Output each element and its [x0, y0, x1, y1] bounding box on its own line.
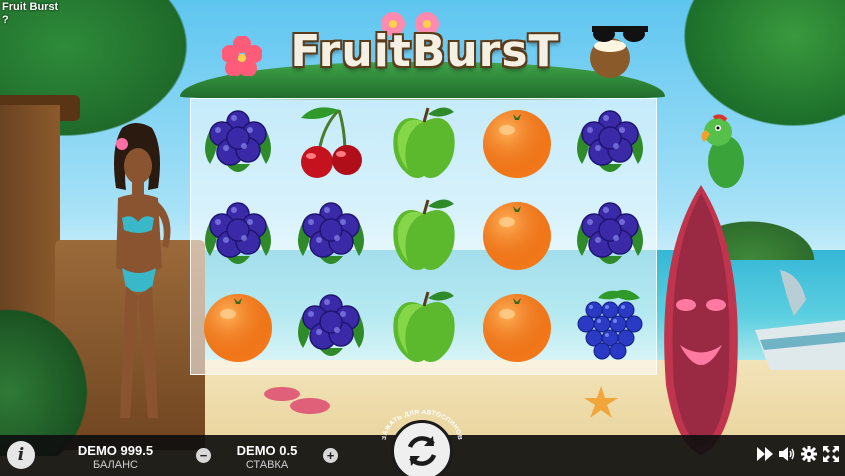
- reel-cell: [284, 191, 377, 283]
- reel-cell: [191, 99, 284, 191]
- orange-icon: [196, 284, 280, 373]
- logo-text: FruitBursT: [290, 26, 560, 77]
- reel-cell: [563, 99, 656, 191]
- spin-control: ЗАЖАТЬ ДЛЯ АВТОСПИНОВ: [382, 410, 462, 476]
- fast-forward-icon[interactable]: [757, 446, 773, 462]
- reel-cell: [563, 282, 656, 374]
- reel-cell: [470, 282, 563, 374]
- reel-cell: [191, 191, 284, 283]
- apple-icon: [382, 284, 466, 373]
- window-title: Fruit Burst: [2, 1, 59, 13]
- fullscreen-icon[interactable]: [823, 446, 839, 462]
- blueberries-icon: [568, 192, 652, 281]
- game-logo: FruitBursT: [180, 2, 665, 102]
- reel-cell: [377, 282, 470, 374]
- sound-icon[interactable]: [779, 446, 795, 462]
- reel-cell: [563, 191, 656, 283]
- balance-display: DEMO 999.5 БАЛАНС: [68, 443, 163, 471]
- coconut-sunglasses-icon: [590, 26, 648, 78]
- info-button[interactable]: i: [7, 441, 35, 469]
- reel-cell: [284, 282, 377, 374]
- apple-icon: [382, 100, 466, 189]
- blueberries-icon: [289, 192, 373, 281]
- spin-arrows-icon: [407, 436, 437, 466]
- balance-label: БАЛАНС: [93, 459, 138, 471]
- tiki-surfboard: [664, 185, 738, 455]
- blueberries-icon: [568, 100, 652, 189]
- blueberries-icon: [196, 100, 280, 189]
- orange-icon: [475, 192, 559, 281]
- grapes-icon: [568, 284, 652, 373]
- settings-icon[interactable]: [801, 446, 817, 462]
- spin-button[interactable]: [391, 420, 453, 476]
- apple-icon: [382, 192, 466, 281]
- boat: [755, 270, 845, 370]
- blueberries-icon: [289, 284, 373, 373]
- reel-cell: [191, 282, 284, 374]
- reel-cell: [377, 99, 470, 191]
- toolbar-right: [757, 446, 839, 462]
- orange-icon: [475, 100, 559, 189]
- cherries-icon: [289, 100, 373, 189]
- reel-cell: [377, 191, 470, 283]
- bartender-girl-character: [114, 123, 171, 418]
- blueberries-icon: [196, 192, 280, 281]
- bet-increase-button[interactable]: +: [323, 448, 338, 463]
- orange-icon: [475, 284, 559, 373]
- flip-flops: [264, 387, 330, 414]
- reels-grid: [190, 98, 657, 375]
- starfish: [584, 386, 618, 418]
- reel-cell: [470, 191, 563, 283]
- reel-cell: [284, 99, 377, 191]
- bet-label: СТАВКА: [245, 459, 289, 471]
- leaves-bottom-left: [0, 296, 100, 456]
- help-link[interactable]: ?: [2, 14, 9, 26]
- bet-value: DEMO 0.5: [236, 443, 298, 458]
- balance-value: DEMO 999.5: [77, 443, 154, 458]
- bet-decrease-button[interactable]: −: [196, 448, 211, 463]
- bet-display: DEMO 0.5 СТАВКА: [223, 443, 311, 471]
- hibiscus-flower-icon: [222, 36, 262, 76]
- reel-cell: [470, 99, 563, 191]
- parrot: [701, 114, 744, 188]
